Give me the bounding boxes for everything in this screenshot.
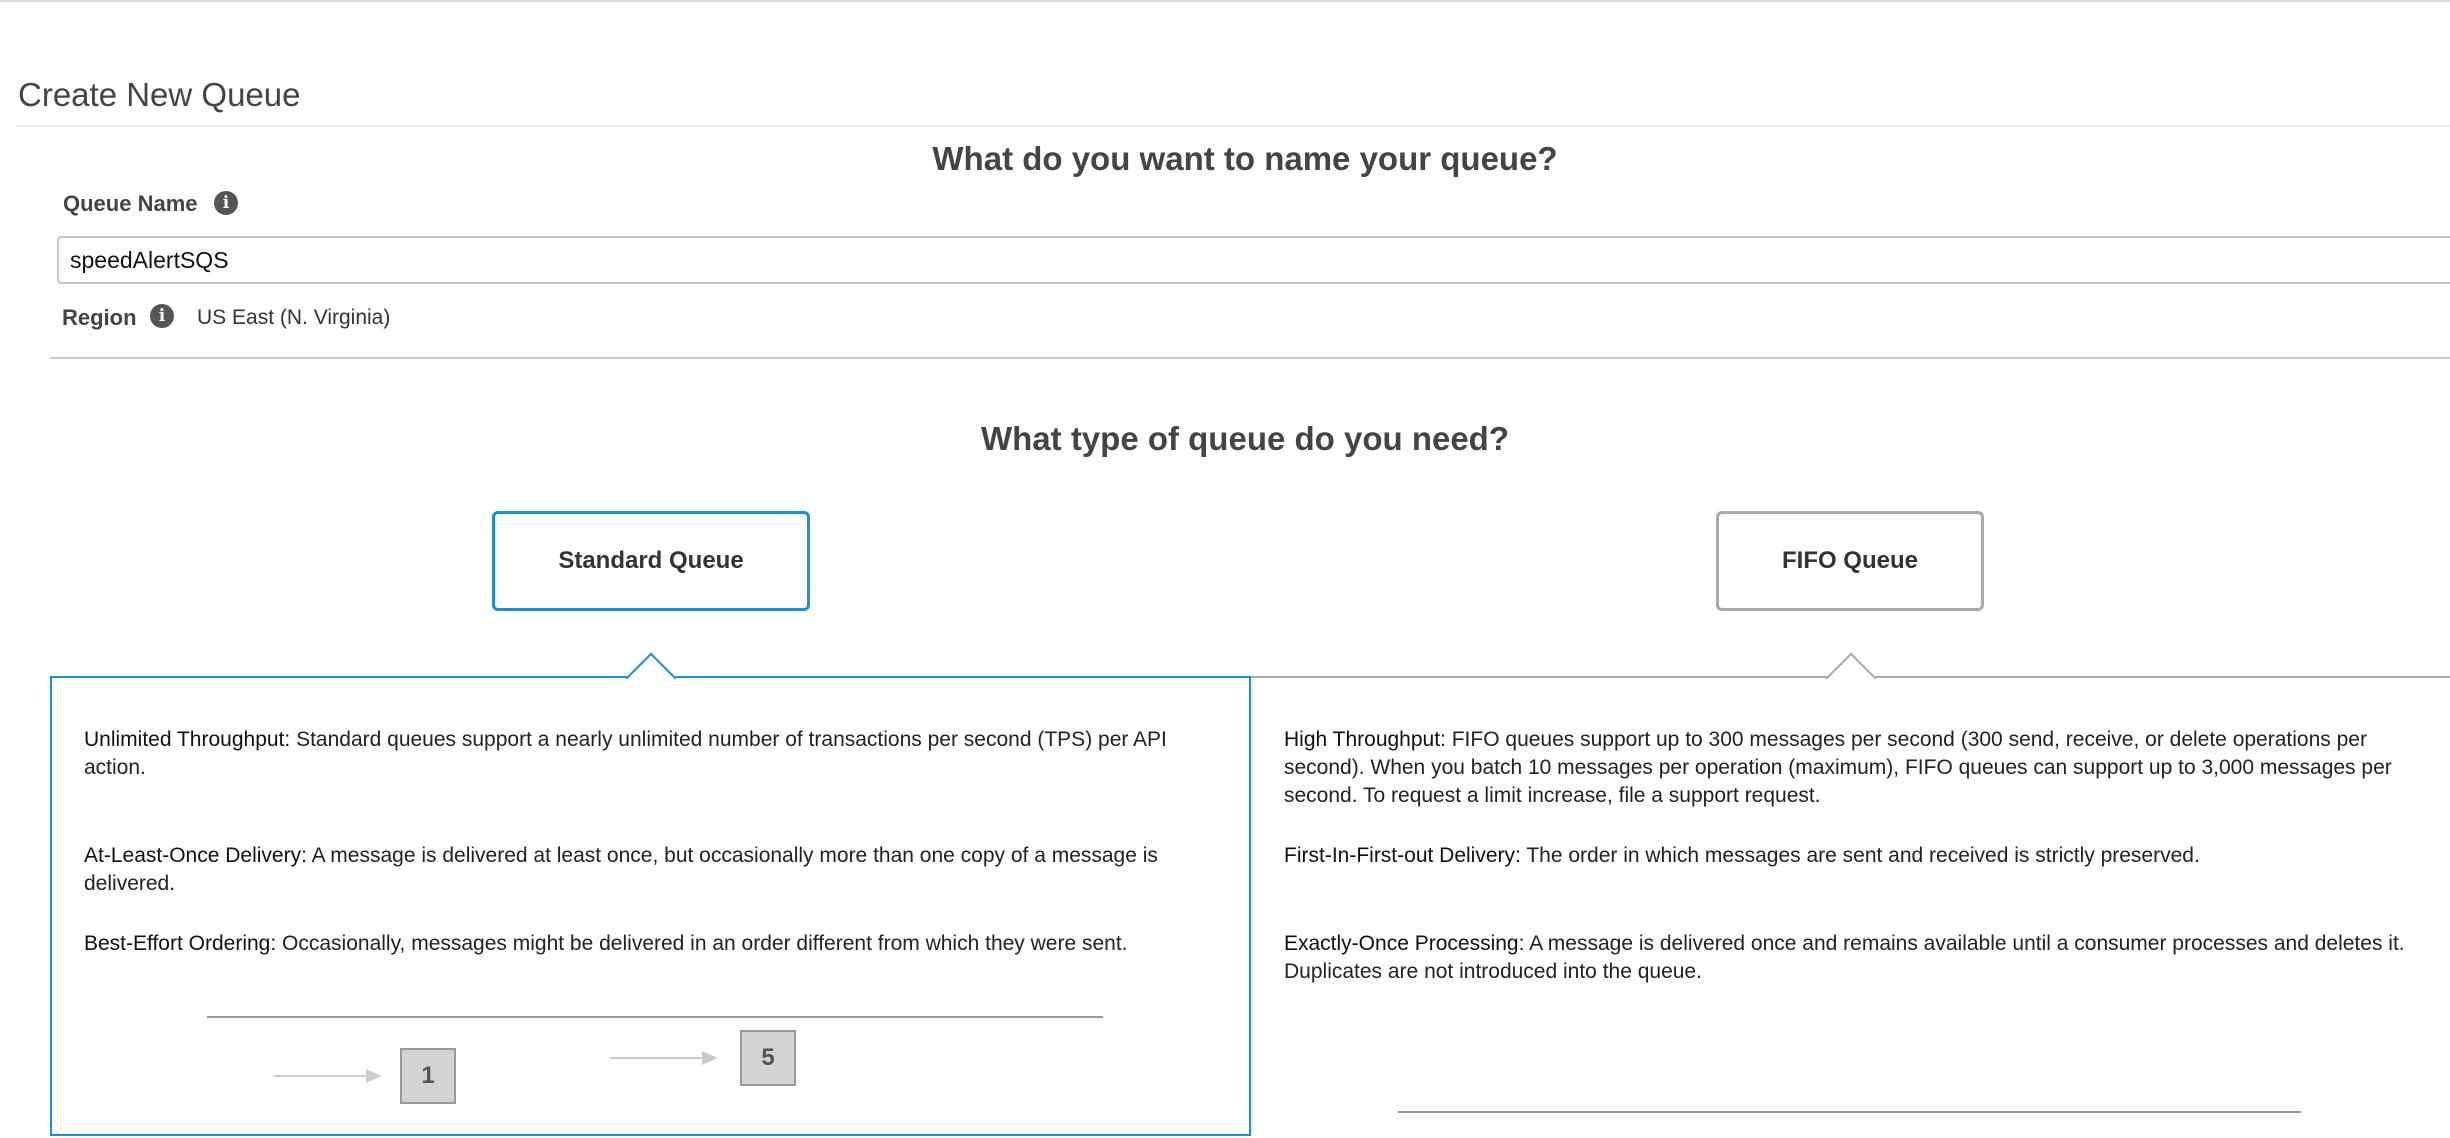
region-label: Region: [62, 305, 137, 330]
feature-title: First-In-First-out Delivery:: [1284, 844, 1521, 867]
queue-name-label: Queue Name: [63, 191, 198, 216]
title-divider: [16, 125, 2450, 127]
standard-queue-button[interactable]: Standard Queue: [492, 511, 810, 611]
feature-title: High Throughput:: [1284, 728, 1446, 751]
feature-text: FIFO queues support up to 300 messages p…: [1284, 728, 2392, 807]
info-icon[interactable]: i: [214, 191, 238, 215]
fifo-queue-button[interactable]: FIFO Queue: [1716, 511, 1984, 611]
top-divider: [0, 0, 2450, 2]
name-section-heading: What do you want to name your queue?: [932, 140, 1558, 177]
feature-title: Best-Effort Ordering:: [84, 932, 277, 955]
info-icon[interactable]: i: [150, 304, 174, 328]
fifo-feature-throughput: High Throughput: FIFO queues support up …: [1284, 726, 2429, 810]
fifo-feature-processing: Exactly-Once Processing: A message is de…: [1284, 930, 2429, 986]
queue-name-input[interactable]: [57, 236, 2450, 284]
arrow-right-icon: [274, 1069, 382, 1083]
fifo-diagram-line: [1398, 1111, 2301, 1113]
message-box: 1: [400, 1048, 456, 1104]
standard-diagram-line: [207, 1016, 1103, 1018]
standard-feature-throughput: Unlimited Throughput: Standard queues su…: [84, 726, 1194, 782]
type-section-heading: What type of queue do you need?: [981, 420, 1509, 457]
standard-feature-delivery: At-Least-Once Delivery: A message is del…: [84, 842, 1194, 898]
fifo-feature-delivery: First-In-First-out Delivery: The order i…: [1284, 842, 2429, 870]
page-title: Create New Queue: [18, 76, 301, 113]
feature-title: Unlimited Throughput:: [84, 728, 291, 751]
message-box: 5: [740, 1030, 796, 1086]
feature-text: Occasionally, messages might be delivere…: [282, 932, 1128, 955]
feature-title: Exactly-Once Processing:: [1284, 932, 1525, 955]
region-value: US East (N. Virginia): [197, 306, 391, 329]
feature-title: At-Least-Once Delivery:: [84, 844, 307, 867]
standard-feature-ordering: Best-Effort Ordering: Occasionally, mess…: [84, 930, 1194, 958]
arrow-right-icon: [610, 1051, 718, 1065]
feature-text: The order in which messages are sent and…: [1526, 844, 2200, 867]
section-divider: [50, 357, 2450, 359]
